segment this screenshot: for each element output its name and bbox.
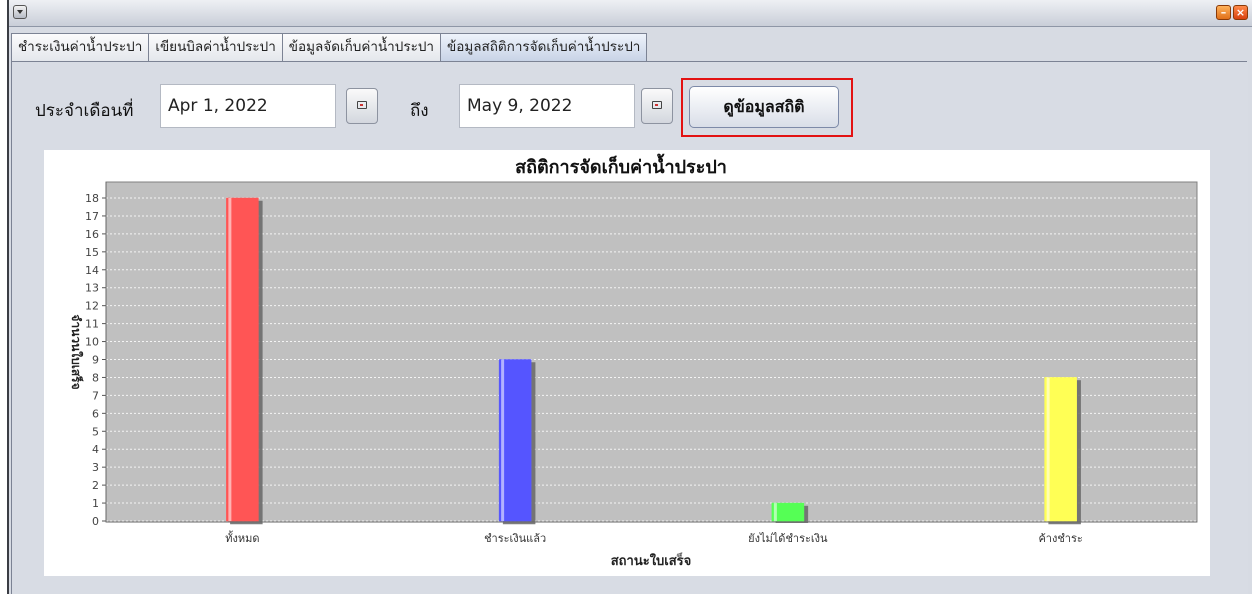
tab-pay-water-bill[interactable]: ชำระเงินค่าน้ำประปา — [11, 33, 150, 61]
bar — [771, 502, 805, 522]
y-tick-label: 5 — [92, 425, 99, 438]
bar — [226, 197, 259, 522]
y-tick-label: 14 — [85, 264, 99, 277]
tab-water-collection-data[interactable]: ข้อมูลจัดเก็บค่าน้ำประปา — [281, 33, 441, 61]
y-tick-label: 8 — [92, 371, 99, 384]
y-axis-label: จำนวนใบเสร็จ — [69, 314, 84, 389]
bar — [1044, 377, 1077, 522]
y-tick-label: 4 — [92, 443, 99, 456]
y-tick-label: 3 — [92, 461, 99, 474]
y-tick-label: 18 — [85, 192, 99, 205]
y-tick-label: 17 — [85, 210, 99, 223]
bar — [498, 359, 532, 522]
tab-write-water-bill[interactable]: เขียนบิลค่าน้ำประปา — [148, 33, 283, 61]
y-tick-label: 13 — [85, 282, 99, 295]
close-icon[interactable]: × — [1233, 5, 1248, 20]
from-date-calendar-button[interactable] — [346, 88, 378, 124]
from-date-field[interactable]: Apr 1, 2022 — [160, 84, 336, 128]
y-tick-label: 1 — [92, 497, 99, 510]
title-bar: – × — [9, 0, 1252, 27]
chart-title: สถิติการจัดเก็บค่าน้ำประปา — [515, 153, 727, 178]
bar-highlight — [1046, 377, 1050, 521]
bar-highlight — [501, 359, 505, 521]
y-tick-label: 11 — [85, 318, 99, 331]
y-tick-label: 0 — [92, 515, 99, 528]
chart-panel: สถิติการจัดเก็บค่าน้ำประปา 0 1 2 3 4 5 6 7 8 9 10 1… — [44, 150, 1210, 576]
y-tick-label: 16 — [85, 228, 99, 241]
y-tick-label: 10 — [85, 336, 99, 349]
x-axis-label: สถานะใบเสร็จ — [611, 551, 692, 569]
y-tick-label: 12 — [85, 300, 99, 313]
x-axis: ทั้งหมด ชำระเงินแล้ว ยังไม่ได้ชำระเงิน ค้าง… — [106, 521, 1197, 545]
to-label: ถึง — [410, 101, 429, 121]
x-tick-label: ทั้งหมด — [225, 530, 259, 545]
calendar-icon — [357, 101, 367, 109]
tab-water-collection-statistics[interactable]: ข้อมูลสถิติการจัดเก็บค่าน้ำประปา — [439, 33, 648, 61]
minimize-icon[interactable]: – — [1216, 5, 1231, 20]
plot-area — [105, 181, 1198, 523]
y-tick-label: 6 — [92, 407, 99, 420]
calendar-icon — [652, 101, 662, 109]
x-tick-label: ชำระเงินแล้ว — [484, 532, 546, 545]
x-tick-label: ค้างชำระ — [1038, 532, 1082, 545]
y-tick-label: 7 — [92, 389, 99, 402]
tab-bar: ชำระเงินค่าน้ำประปา เขียนบิลค่าน้ำประปา … — [11, 33, 648, 61]
view-statistics-button[interactable]: ดูข้อมูลสถิติ — [689, 86, 839, 128]
y-tick-label: 9 — [92, 354, 99, 367]
to-date-field[interactable]: May 9, 2022 — [459, 84, 635, 128]
month-label: ประจำเดือนที่ — [35, 101, 134, 121]
bar-highlight — [773, 503, 777, 521]
y-axis: 0123456789101112131415161718 — [85, 182, 107, 528]
x-tick-label: ยังไม่ได้ชำระเงิน — [748, 532, 828, 545]
y-tick-label: 2 — [92, 479, 99, 492]
dropdown-arrow-icon[interactable] — [13, 5, 27, 19]
y-tick-label: 15 — [85, 246, 99, 259]
to-date-calendar-button[interactable] — [641, 88, 673, 124]
bar-highlight — [228, 198, 232, 521]
bar-chart: สถิติการจัดเก็บค่าน้ำประปา 0123456789101… — [69, 153, 1198, 569]
